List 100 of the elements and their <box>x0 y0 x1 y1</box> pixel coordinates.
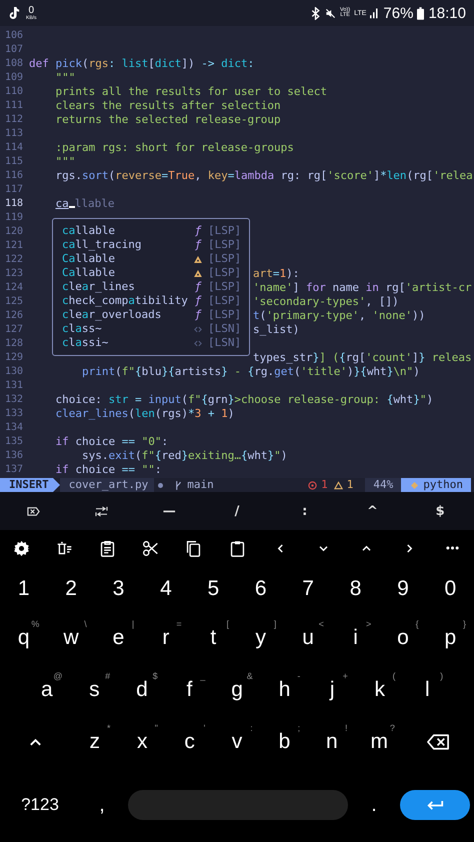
key[interactable]: s # <box>70 664 118 716</box>
key-hint: [ <box>226 619 230 629</box>
key[interactable]: q % <box>0 612 48 664</box>
line-number: 127 <box>4 323 23 337</box>
extra-key[interactable]: : <box>270 492 339 530</box>
extra-key[interactable]: $ <box>406 492 474 530</box>
completion-item[interactable]: Callable [LSP] <box>62 266 249 280</box>
completion-item[interactable]: Callable [LSP] <box>62 252 249 266</box>
key[interactable]: 3 <box>94 566 142 612</box>
key-hint: " <box>154 723 158 733</box>
code-line: clears the results after selection <box>54 99 281 112</box>
key[interactable]: f _ <box>166 664 214 716</box>
key[interactable]: u < <box>284 612 332 664</box>
line-number: 126 <box>4 309 23 323</box>
completion-item[interactable]: check_compatibility ƒ [LSP] <box>62 294 249 308</box>
completion-item[interactable]: clea r_overloads ƒ [LSP] <box>62 308 249 322</box>
key-hint: \ <box>84 619 87 629</box>
key[interactable]: 2 <box>47 566 95 612</box>
key-hint: ] <box>274 619 276 629</box>
clear-key-icon <box>27 506 40 516</box>
completion-item[interactable]: classi~ [LSN] <box>62 336 249 350</box>
key[interactable]: 1 <box>0 566 48 612</box>
key[interactable]: m ? <box>356 716 403 768</box>
key[interactable]: 8 <box>332 566 380 612</box>
key[interactable]: p } <box>426 612 474 664</box>
completion-item[interactable]: callable ƒ [LSP] <box>62 224 249 238</box>
enter-key[interactable] <box>400 790 470 820</box>
key[interactable]: l ) <box>404 664 452 716</box>
code-line: :param rgs: short for release-groups <box>54 141 294 154</box>
scissors-icon <box>142 540 160 556</box>
filetype-label: python <box>423 478 463 492</box>
key-hint: % <box>31 619 40 629</box>
signal-icon <box>370 7 380 19</box>
mode-arrow-icon <box>52 478 60 492</box>
line-number: 131 <box>4 379 23 393</box>
key-hint: _ <box>200 671 206 681</box>
key[interactable]: k ( <box>356 664 404 716</box>
shift-icon <box>29 738 42 746</box>
completion-item[interactable]: class~ [LSN] <box>62 322 249 336</box>
key-hint: { <box>416 619 419 629</box>
code-line: if choice == "": <box>54 463 162 476</box>
function-icon: ƒ <box>194 238 202 252</box>
key[interactable]: z * <box>71 716 118 768</box>
line-number: 119 <box>4 211 23 225</box>
key-hint: * <box>106 723 110 733</box>
key[interactable]: d $ <box>118 664 166 716</box>
symbols-key[interactable]: ?123 <box>4 790 76 820</box>
snippet-icon <box>194 340 202 346</box>
key[interactable]: w \ <box>47 612 95 664</box>
line-number: 106 <box>4 29 23 43</box>
extra-key[interactable]: — <box>135 492 204 530</box>
extra-key[interactable]: ^ <box>338 492 406 530</box>
key[interactable]: 7 <box>284 566 332 612</box>
key[interactable]: c ' <box>166 716 214 768</box>
key[interactable]: 0 <box>426 566 474 612</box>
network-speed-value: 0 <box>28 6 34 16</box>
key[interactable]: g & <box>213 664 261 716</box>
key[interactable]: j + <box>308 664 356 716</box>
key[interactable]: 5 <box>190 566 238 612</box>
key[interactable]: r = <box>142 612 190 664</box>
code-line: 'name'] for name in rg['artist-cr <box>253 281 472 294</box>
code-line: def pick(rgs: list[dict]) -> dict: <box>29 57 254 70</box>
completion-item[interactable]: clea r_lines ƒ [LSP] <box>62 280 249 294</box>
key[interactable]: 6 <box>237 566 284 612</box>
key[interactable]: 9 <box>379 566 427 612</box>
line-number: 114 <box>4 141 23 155</box>
key[interactable]: n ! <box>308 716 356 768</box>
key[interactable]: e | <box>94 612 142 664</box>
comma-key[interactable]: , <box>80 790 124 820</box>
key[interactable]: y ] <box>237 612 284 664</box>
file-name: cover_art.py <box>60 478 154 492</box>
line-number: 132 <box>4 393 23 407</box>
key-hint: ; <box>298 723 300 733</box>
period-key[interactable]: . <box>352 790 396 820</box>
code-line: prints all the results for user to select <box>54 85 328 98</box>
backspace-icon <box>426 734 450 750</box>
completion-item[interactable]: call_tracing ƒ [LSP] <box>62 238 249 252</box>
key[interactable]: t [ <box>190 612 238 664</box>
error-icon <box>308 480 318 490</box>
code-line: """ <box>54 155 76 168</box>
key[interactable]: x " <box>118 716 166 768</box>
return-icon <box>426 800 444 810</box>
extra-key[interactable]: / <box>203 492 271 530</box>
code-line: print(f"{blu}{artists} - {rg.get('title')}{wht}\n") <box>80 365 420 378</box>
clipboard-text-icon <box>99 540 116 556</box>
key[interactable]: v : <box>213 716 261 768</box>
ghost-completion-text: llable <box>74 197 114 210</box>
line-number: 128 <box>4 337 23 351</box>
key[interactable]: i > <box>332 612 380 664</box>
key[interactable]: a @ <box>23 664 71 716</box>
code-line: art=1): <box>253 267 300 280</box>
code-line: returns the selected release-group <box>54 113 281 126</box>
key[interactable]: b ; <box>260 716 308 768</box>
key[interactable]: 4 <box>142 566 190 612</box>
code-line: ca <box>55 197 69 210</box>
key[interactable]: o { <box>379 612 427 664</box>
key[interactable]: h - <box>260 664 308 716</box>
clock: 18:10 <box>428 4 466 22</box>
line-number: 136 <box>4 449 23 463</box>
file-position-percent: 44% <box>365 478 402 492</box>
